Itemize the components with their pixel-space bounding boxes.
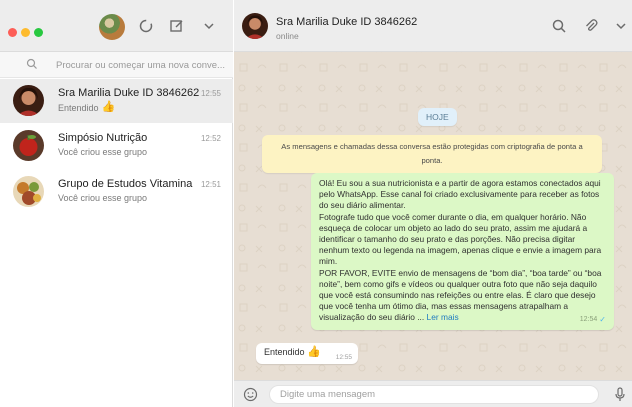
group-avatar [13,176,44,207]
message-text: POR FAVOR, EVITE envio de mensagens de “… [319,267,602,323]
date-separator: HOJE [418,108,457,126]
window-minimize-button[interactable] [21,28,30,37]
chat-time: 12:52 [200,134,221,143]
contact-avatar[interactable] [242,13,268,39]
search-icon[interactable] [550,18,568,36]
conversation-panel: Sra Marilia Duke ID 3846262 online HOJE … [234,0,632,407]
search-icon [26,58,37,69]
chat-last-message: Entendido 👍 [58,102,115,113]
my-profile-avatar[interactable] [99,14,125,40]
chat-name: Sra Marilia Duke ID 3846262 [58,87,200,99]
message-composer [234,380,632,407]
chat-list-item[interactable]: Sra Marilia Duke ID 3846262 12:55 Entend… [0,79,233,123]
contact-avatar [13,85,44,116]
search-bar [0,52,233,78]
contact-name: Sra Marilia Duke ID 3846262 [276,16,418,28]
last-message-text: Entendido [58,102,99,113]
window-zoom-button[interactable] [34,28,43,37]
chat-last-message: Você criou esse grupo [58,193,148,203]
chat-list-item[interactable]: Grupo de Estudos Vitamina 12:51 Você cri… [0,170,233,214]
message-input[interactable] [269,385,599,404]
message-paragraph: POR FAVOR, EVITE envio de mensagens de “… [319,268,606,324]
chat-time: 12:55 [200,89,221,98]
message-paragraph: Olá! Eu sou a sua nutricionista e a part… [319,178,601,211]
mic-icon[interactable] [614,387,626,402]
attach-icon[interactable] [582,18,600,36]
chat-time: 12:51 [200,180,221,189]
menu-chevron-icon[interactable] [612,18,630,36]
window-close-button[interactable] [8,28,17,37]
message-meta: 12:54 ✓ [580,314,606,325]
sidebar-header [0,0,233,52]
chat-name: Grupo de Estudos Vitamina [58,178,193,190]
message-time: 12:54 [579,316,598,324]
read-more-link[interactable]: Ler mais [427,312,459,322]
conversation-header[interactable]: Sra Marilia Duke ID 3846262 online [234,0,632,52]
message-text: Entendido [264,347,305,357]
thumbs-up-icon: 👍 [101,101,116,113]
group-avatar [13,130,44,161]
menu-chevron-icon[interactable] [200,18,218,36]
thumbs-up-icon: 👍 [307,346,321,358]
status-icon[interactable] [137,18,155,36]
contact-status: online [276,31,299,41]
message-time: 12:55 [335,354,352,361]
chat-list-item[interactable]: Simpósio Nutrição 12:52 Você criou esse … [0,124,233,168]
new-chat-icon[interactable] [168,18,186,36]
emoji-icon[interactable] [243,387,258,402]
encryption-notice[interactable]: As mensagens e chamadas dessa conversa e… [262,135,602,173]
incoming-message[interactable]: Entendido 👍 12:55 [256,343,358,364]
search-input[interactable] [56,57,228,73]
outgoing-message[interactable]: Olá! Eu sou a sua nutricionista e a part… [311,173,614,330]
message-paragraph: Fotografe tudo que você comer durante o … [319,211,602,267]
chat-list-panel: Sra Marilia Duke ID 3846262 12:55 Entend… [0,0,233,407]
chat-last-message: Você criou esse grupo [58,147,148,157]
read-receipt-icon: ✓ [599,315,606,325]
chat-name: Simpósio Nutrição [58,132,148,144]
